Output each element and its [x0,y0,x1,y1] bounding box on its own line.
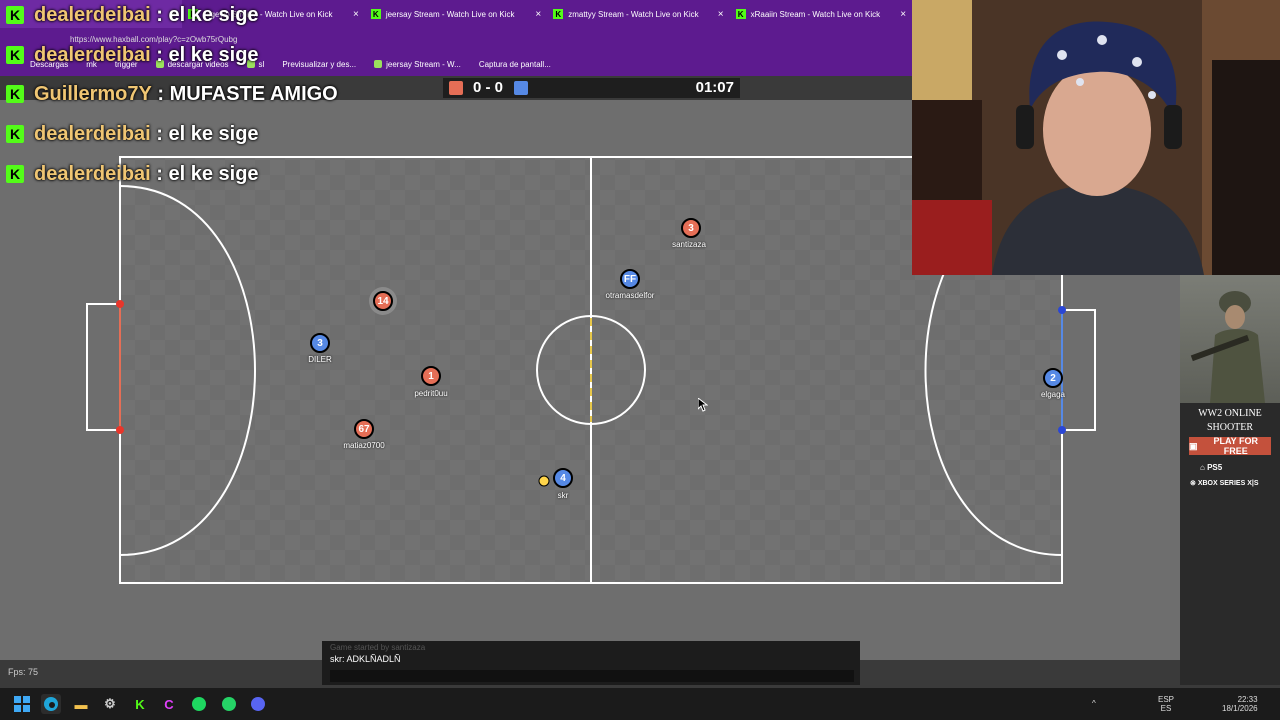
game-chat: Game started by santizaza skr: ADKLÑADLÑ [322,641,860,685]
player-name: elgaga [1040,390,1066,399]
chat-message: K dealerdeibai : el ke sige [6,117,259,151]
close-icon[interactable]: × [353,9,359,20]
advertisement[interactable]: WW2 ONLINE SHOOTER ▣ PLAY FOR FREE ⌂ PS5… [1180,275,1280,685]
ad-soldier-image [1180,275,1280,403]
player-name: DILER [308,355,332,364]
kick-icon: K [735,9,746,19]
tab-zmattyy[interactable]: K zmattyy Stream - Watch Live on Kick × [547,0,729,28]
xbox-logo: ⊗ XBOX SERIES X|S [1190,480,1259,487]
windows-taskbar: ▬ ⚙ K C ^ ESP ES 22:33 18/1/2026 [0,688,1280,720]
chat-log-line: Game started by santizaza [330,643,426,652]
bookmark-item[interactable]: Previsualizar y des... [282,60,356,69]
player-blue: 2 [1043,368,1063,388]
app-icon[interactable]: C [159,694,179,714]
player-red: 67 [354,419,374,439]
chat-message: K dealerdeibai : el ke sige [6,0,259,32]
chat-username: dealerdeibai [34,122,151,145]
score: 0 - 0 [472,79,503,96]
red-team-icon [449,81,463,95]
chat-text: el ke sige [168,162,259,185]
mouse-cursor-icon [698,398,708,412]
discord-icon[interactable] [248,694,268,714]
tab-title: zmattyy Stream - Watch Live on Kick [568,9,699,19]
ps5-logo: ⌂ PS5 [1200,463,1223,472]
chat-message: K Guillermo7Y : MUFASTE AMIGO [6,77,338,111]
chat-username: dealerdeibai [34,3,151,26]
tray-chevron-icon[interactable]: ^ [1092,699,1096,708]
kick-icon: K [6,46,24,64]
chat-text: MUFASTE AMIGO [169,82,338,105]
player-red: 3 [681,218,701,238]
player-name: pedrit0uu [414,389,448,398]
chat-input[interactable] [330,670,854,682]
chat-message: K dealerdeibai : el ke sige [6,157,259,191]
ball [538,475,550,487]
chat-text: el ke sige [168,122,259,145]
streamer-webcam-image [912,0,1280,275]
window-icon: ▣ [1189,440,1198,451]
close-icon[interactable]: × [535,9,541,20]
chat-message: K dealerdeibai : el ke sige [6,38,259,72]
player-name: santizaza [672,240,706,249]
bookmark-item[interactable]: Captura de pantall... [479,60,551,69]
kick-icon: K [6,165,24,183]
player-red: 1 [421,366,441,386]
tab-title: xRaaiin Stream - Watch Live on Kick [750,9,881,19]
kick-icon: K [6,85,24,103]
player-red-self: 14 [373,291,393,311]
play-for-free-button[interactable]: ▣ PLAY FOR FREE [1189,436,1271,456]
close-icon[interactable]: × [718,9,724,20]
chat-log-line: skr: ADKLÑADLÑ [330,654,401,664]
kick-icon: K [370,9,381,19]
chat-username: dealerdeibai [34,43,151,66]
bookmark-item[interactable]: jeersay Stream - W... [374,60,461,69]
player-name: matiaz0700 [343,441,385,450]
blue-team-icon [514,81,528,95]
edge-browser-icon[interactable] [41,694,61,714]
player-blue: 4 [553,468,573,488]
webcam-overlay [912,0,1280,275]
player-blue: 3 [310,333,330,353]
kick-icon: K [6,6,24,24]
chat-text: el ke sige [168,43,259,66]
lang-indicator[interactable]: ESP ES [1158,695,1174,713]
settings-icon[interactable]: ⚙ [100,694,120,714]
spotify-icon[interactable] [189,694,209,714]
player-name: otramasdelfor [605,291,655,300]
kick-icon: K [553,9,564,19]
ad-title: WW2 ONLINE SHOOTER [1198,408,1262,433]
tray-clock[interactable]: 22:33 18/1/2026 [1222,695,1258,713]
player-blue: FF [620,269,640,289]
chat-text: el ke sige [168,3,259,26]
player-name: skr [557,491,569,500]
tab-xraaiin[interactable]: K xRaaiin Stream - Watch Live on Kick × [730,0,912,28]
chat-username: dealerdeibai [34,162,151,185]
tab-title: jeersay Stream - Watch Live on Kick [385,9,515,19]
kick-icon[interactable]: K [130,694,150,714]
kick-icon [374,60,383,68]
game-timer: 01:07 [695,79,734,96]
scoreboard: 0 - 0 01:07 [443,78,740,98]
windows-start-icon[interactable] [12,694,32,714]
kick-icon: K [6,125,24,143]
whatsapp-icon[interactable] [219,694,239,714]
tab-jeersay[interactable]: K jeersay Stream - Watch Live on Kick × [365,0,547,28]
file-explorer-icon[interactable]: ▬ [71,694,91,714]
fps-counter: Fps: 75 [8,667,39,677]
chat-username: Guillermo7Y [34,82,152,105]
close-icon[interactable]: × [900,9,906,20]
soldier-icon [1190,291,1265,403]
